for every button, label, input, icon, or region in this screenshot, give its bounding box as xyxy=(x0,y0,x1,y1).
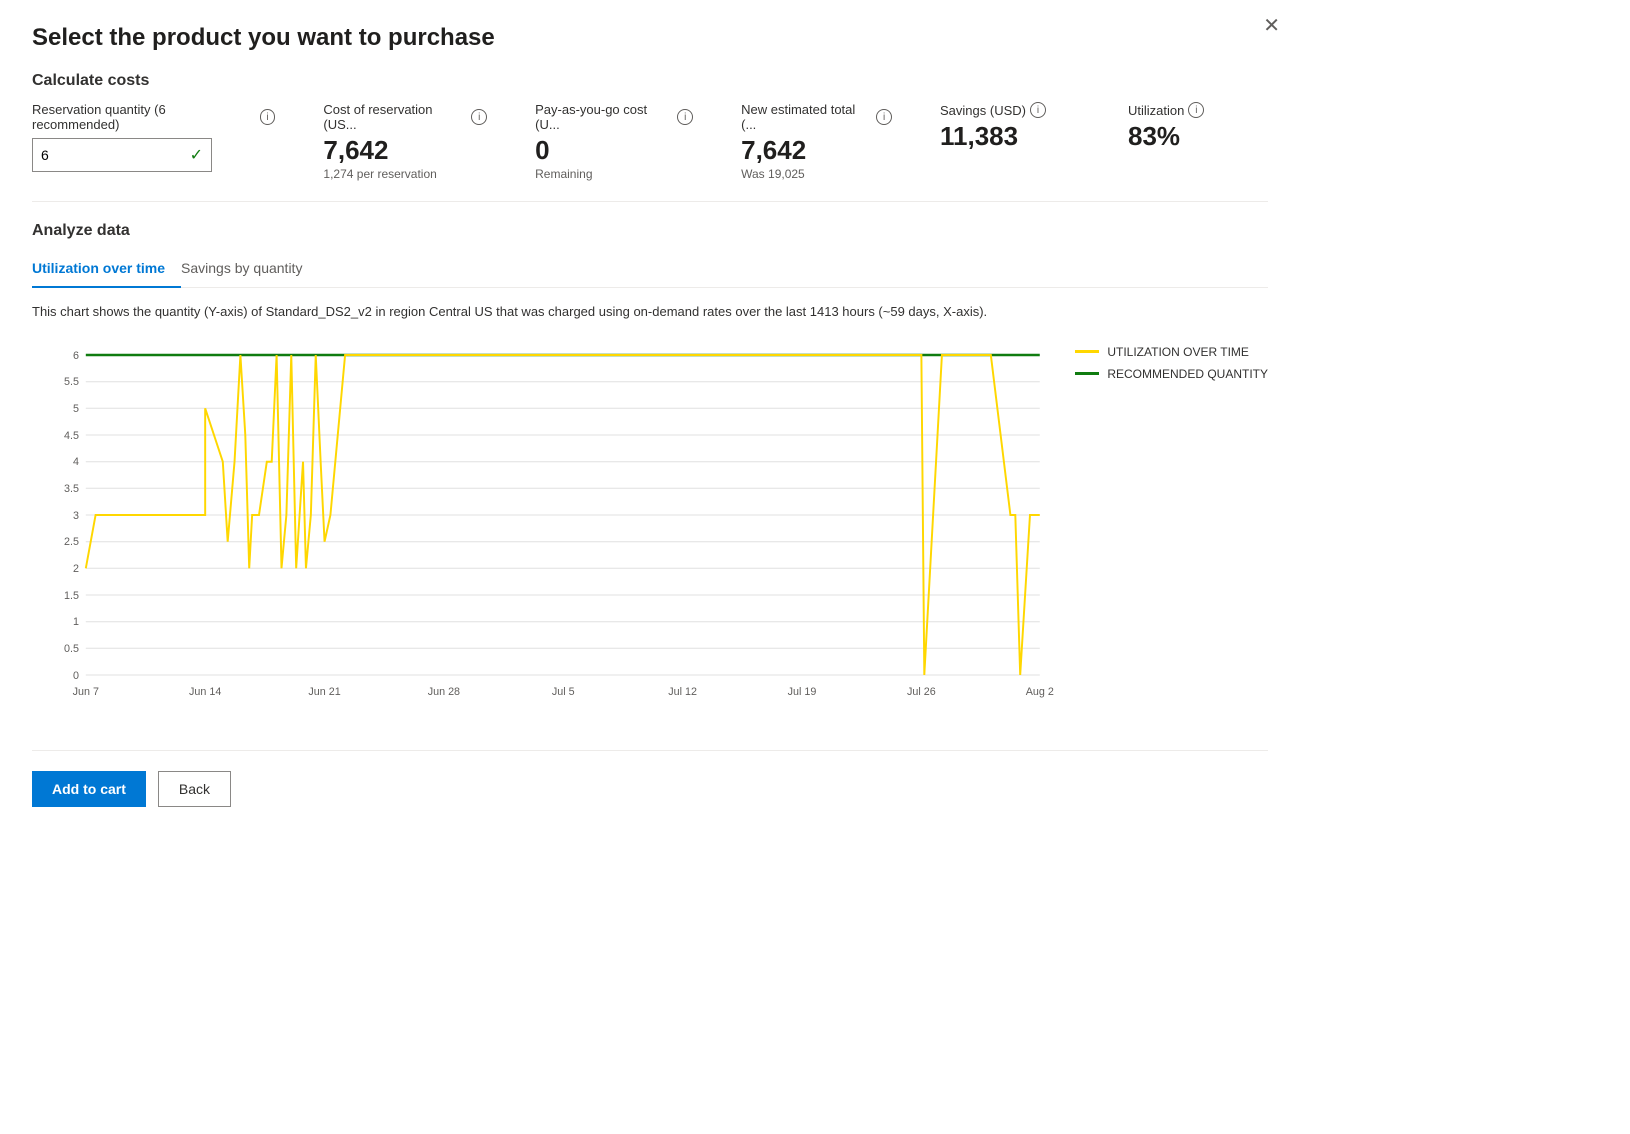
legend-line-utilization xyxy=(1075,350,1099,353)
chart-description: This chart shows the quantity (Y-axis) o… xyxy=(32,304,1268,319)
svg-text:Jun 14: Jun 14 xyxy=(189,685,221,697)
check-icon: ✓ xyxy=(190,145,203,165)
svg-text:3.5: 3.5 xyxy=(64,482,79,494)
payg-info-icon[interactable]: i xyxy=(677,109,693,125)
divider-1 xyxy=(32,201,1268,202)
svg-text:1.5: 1.5 xyxy=(64,589,79,601)
svg-text:0.5: 0.5 xyxy=(64,642,79,654)
svg-text:2: 2 xyxy=(73,562,79,574)
new-estimated-info-icon[interactable]: i xyxy=(876,109,892,125)
metric-cost-reservation: Cost of reservation (US... i 7,642 1,274… xyxy=(323,102,487,181)
metric-sub-1: Remaining xyxy=(535,167,693,181)
analyze-section: Analyze data Utilization over time Savin… xyxy=(32,222,1268,718)
metric-savings: Savings (USD) i 11,383 xyxy=(940,102,1080,151)
chart-svg: 0 0.5 1 1.5 2 2.5 3 3.5 4 4.5 5 5.5 6 Ju… xyxy=(32,335,1059,715)
svg-text:Jul 12: Jul 12 xyxy=(668,685,697,697)
metric-label-4: Utilization i xyxy=(1128,102,1268,118)
quantity-info-icon[interactable]: i xyxy=(260,109,276,125)
quantity-input-wrap: ✓ xyxy=(32,138,212,172)
calculate-title: Calculate costs xyxy=(32,72,1268,90)
dialog-title: Select the product you want to purchase xyxy=(32,24,1268,52)
quantity-block: Reservation quantity (6 recommended) i ✓ xyxy=(32,102,275,172)
dialog: ✕ Select the product you want to purchas… xyxy=(0,0,1300,1000)
metric-utilization: Utilization i 83% xyxy=(1128,102,1268,151)
svg-text:1: 1 xyxy=(73,615,79,627)
metric-sub-2: Was 19,025 xyxy=(741,167,892,181)
savings-info-icon[interactable]: i xyxy=(1030,102,1046,118)
svg-text:Jul 5: Jul 5 xyxy=(552,685,575,697)
tab-savings[interactable]: Savings by quantity xyxy=(181,252,318,288)
legend-line-recommended xyxy=(1075,372,1099,375)
add-to-cart-button[interactable]: Add to cart xyxy=(32,771,146,807)
quantity-input[interactable] xyxy=(41,147,190,163)
svg-text:4: 4 xyxy=(73,455,79,467)
metric-label-2: New estimated total (... i xyxy=(741,102,892,132)
svg-text:Jul 19: Jul 19 xyxy=(788,685,817,697)
metric-label-1: Pay-as-you-go cost (U... i xyxy=(535,102,693,132)
cost-reservation-info-icon[interactable]: i xyxy=(471,109,487,125)
svg-text:6: 6 xyxy=(73,349,79,361)
svg-text:Jun 28: Jun 28 xyxy=(428,685,460,697)
legend-item-utilization: UTILIZATION OVER TIME xyxy=(1075,345,1268,359)
metric-payg: Pay-as-you-go cost (U... i 0 Remaining xyxy=(535,102,693,181)
close-button[interactable]: ✕ xyxy=(1263,16,1280,36)
svg-text:5.5: 5.5 xyxy=(64,375,79,387)
analyze-title: Analyze data xyxy=(32,222,1268,240)
metric-new-estimated: New estimated total (... i 7,642 Was 19,… xyxy=(741,102,892,181)
metric-sub-0: 1,274 per reservation xyxy=(323,167,487,181)
legend-label-utilization: UTILIZATION OVER TIME xyxy=(1107,345,1249,359)
utilization-info-icon[interactable]: i xyxy=(1188,102,1204,118)
metric-value-4: 83% xyxy=(1128,122,1268,151)
tabs: Utilization over time Savings by quantit… xyxy=(32,252,1268,288)
svg-text:4.5: 4.5 xyxy=(64,429,79,441)
metric-value-0: 7,642 xyxy=(323,136,487,165)
chart-legend: UTILIZATION OVER TIME RECOMMENDED QUANTI… xyxy=(1075,335,1268,718)
svg-text:0: 0 xyxy=(73,669,79,681)
metric-value-3: 11,383 xyxy=(940,122,1080,151)
svg-text:3: 3 xyxy=(73,509,79,521)
legend-label-recommended: RECOMMENDED QUANTITY xyxy=(1107,367,1268,381)
tab-utilization[interactable]: Utilization over time xyxy=(32,252,181,288)
calculate-section: Calculate costs Reservation quantity (6 … xyxy=(32,72,1268,181)
svg-text:5: 5 xyxy=(73,402,79,414)
chart-area: 0 0.5 1 1.5 2 2.5 3 3.5 4 4.5 5 5.5 6 Ju… xyxy=(32,335,1268,718)
metric-value-1: 0 xyxy=(535,136,693,165)
metric-value-2: 7,642 xyxy=(741,136,892,165)
metric-label-0: Cost of reservation (US... i xyxy=(323,102,487,132)
metric-label-3: Savings (USD) i xyxy=(940,102,1080,118)
quantity-label: Reservation quantity (6 recommended) i xyxy=(32,102,275,132)
svg-text:2.5: 2.5 xyxy=(64,535,79,547)
footer-buttons: Add to cart Back xyxy=(32,750,1268,807)
legend-item-recommended: RECOMMENDED QUANTITY xyxy=(1075,367,1268,381)
svg-text:Aug 2: Aug 2 xyxy=(1026,685,1054,697)
svg-text:Jul 26: Jul 26 xyxy=(907,685,936,697)
svg-text:Jun 21: Jun 21 xyxy=(308,685,340,697)
chart-container: 0 0.5 1 1.5 2 2.5 3 3.5 4 4.5 5 5.5 6 Ju… xyxy=(32,335,1059,718)
cost-row: Reservation quantity (6 recommended) i ✓… xyxy=(32,102,1268,181)
back-button[interactable]: Back xyxy=(158,771,231,807)
svg-text:Jun 7: Jun 7 xyxy=(73,685,99,697)
